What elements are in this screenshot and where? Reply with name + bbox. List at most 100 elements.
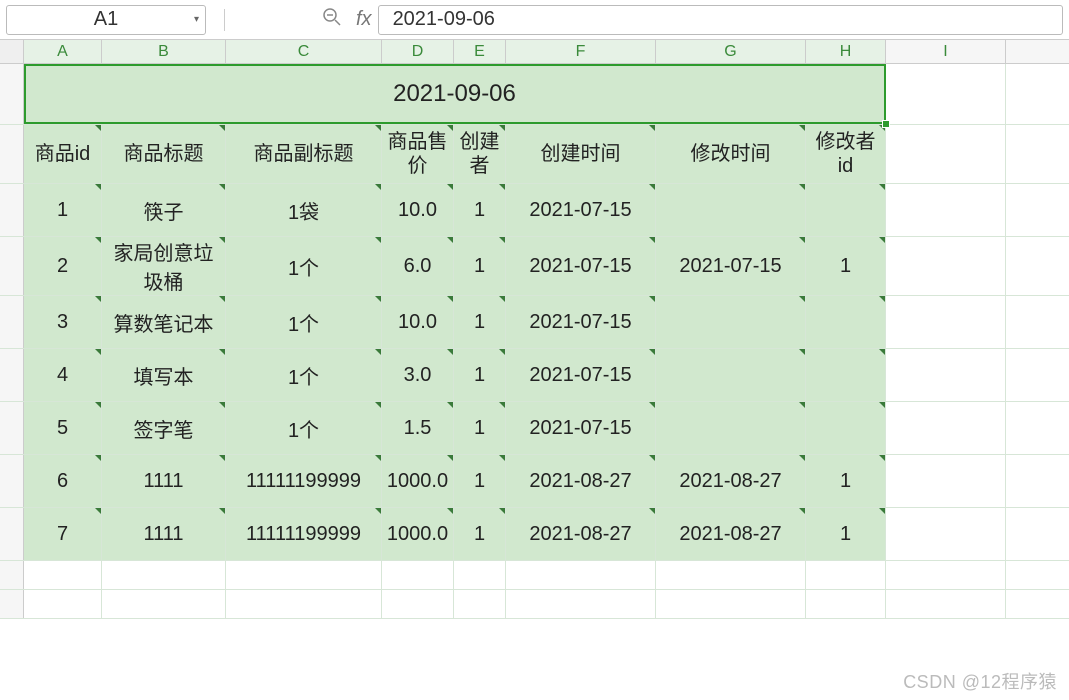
column-header-H[interactable]: H <box>806 40 886 63</box>
header-cell[interactable]: 创建时间 <box>506 125 656 183</box>
cell[interactable] <box>806 590 886 618</box>
header-cell[interactable]: 商品id <box>24 125 102 183</box>
header-cell[interactable]: 商品标题 <box>102 125 226 183</box>
select-all-corner[interactable] <box>0 40 24 63</box>
cell[interactable] <box>886 402 1006 454</box>
cell[interactable]: 3 <box>24 296 102 348</box>
cell[interactable] <box>656 561 806 589</box>
row-header[interactable] <box>0 402 24 454</box>
cell[interactable]: 1 <box>24 184 102 236</box>
cell[interactable] <box>382 590 454 618</box>
cell[interactable] <box>656 349 806 401</box>
cell[interactable] <box>102 561 226 589</box>
row-header[interactable] <box>0 184 24 236</box>
header-cell[interactable]: 商品售价 <box>382 125 454 183</box>
cell[interactable]: 1个 <box>226 349 382 401</box>
cell[interactable]: 1 <box>454 237 506 295</box>
cell[interactable]: 6 <box>24 455 102 507</box>
cell[interactable]: 6.0 <box>382 237 454 295</box>
formula-input[interactable]: 2021-09-06 <box>378 5 1063 35</box>
cell[interactable]: 1 <box>454 508 506 560</box>
cell[interactable] <box>886 125 1006 183</box>
column-header-B[interactable]: B <box>102 40 226 63</box>
cell[interactable] <box>506 561 656 589</box>
column-header-G[interactable]: G <box>656 40 806 63</box>
cell[interactable]: 1袋 <box>226 184 382 236</box>
cell[interactable]: 1.5 <box>382 402 454 454</box>
cell[interactable] <box>886 349 1006 401</box>
column-header-E[interactable]: E <box>454 40 506 63</box>
cell[interactable]: 1个 <box>226 237 382 295</box>
cell[interactable]: 1000.0 <box>382 455 454 507</box>
cell[interactable] <box>886 590 1006 618</box>
header-cell[interactable]: 修改时间 <box>656 125 806 183</box>
cell[interactable]: 2021-07-15 <box>506 296 656 348</box>
column-header-C[interactable]: C <box>226 40 382 63</box>
cell[interactable]: 算数笔记本 <box>102 296 226 348</box>
row-header[interactable] <box>0 508 24 560</box>
cell[interactable] <box>454 590 506 618</box>
cell[interactable]: 1 <box>454 455 506 507</box>
row-header[interactable] <box>0 455 24 507</box>
cell[interactable] <box>24 561 102 589</box>
cell[interactable]: 10.0 <box>382 296 454 348</box>
cell[interactable]: 填写本 <box>102 349 226 401</box>
cell[interactable]: 2021-07-15 <box>506 184 656 236</box>
cell[interactable]: 1 <box>454 296 506 348</box>
cell[interactable] <box>886 64 1006 124</box>
cell[interactable]: 2021-08-27 <box>506 508 656 560</box>
cell[interactable]: 家局创意垃圾桶 <box>102 237 226 295</box>
header-cell[interactable]: 创建者 <box>454 125 506 183</box>
cell[interactable] <box>102 590 226 618</box>
cell[interactable]: 签字笔 <box>102 402 226 454</box>
row-header[interactable] <box>0 590 24 618</box>
row-header[interactable] <box>0 125 24 183</box>
cell[interactable] <box>806 402 886 454</box>
cell[interactable] <box>886 296 1006 348</box>
cell[interactable] <box>656 590 806 618</box>
cell[interactable]: 10.0 <box>382 184 454 236</box>
cell[interactable]: 11111199999 <box>226 508 382 560</box>
cell[interactable] <box>506 590 656 618</box>
cell[interactable]: 1个 <box>226 402 382 454</box>
cell[interactable] <box>806 184 886 236</box>
cell[interactable]: 2 <box>24 237 102 295</box>
header-cell[interactable]: 修改者id <box>806 125 886 183</box>
row-header[interactable] <box>0 349 24 401</box>
cell[interactable]: 11111199999 <box>226 455 382 507</box>
column-header-D[interactable]: D <box>382 40 454 63</box>
cell[interactable] <box>806 296 886 348</box>
fx-icon[interactable]: fx <box>356 8 372 31</box>
cell[interactable] <box>806 349 886 401</box>
cell[interactable] <box>656 296 806 348</box>
cell[interactable]: 1 <box>806 237 886 295</box>
cell[interactable] <box>886 455 1006 507</box>
zoom-out-icon[interactable] <box>322 7 342 33</box>
cell[interactable] <box>886 508 1006 560</box>
cell[interactable]: 1 <box>454 349 506 401</box>
cell[interactable]: 2021-07-15 <box>506 402 656 454</box>
cell[interactable]: 2021-08-27 <box>656 508 806 560</box>
cell[interactable] <box>454 561 506 589</box>
cell[interactable] <box>382 561 454 589</box>
cell[interactable] <box>886 184 1006 236</box>
cell[interactable] <box>806 561 886 589</box>
row-header[interactable] <box>0 64 24 124</box>
cell[interactable]: 1 <box>454 184 506 236</box>
cell[interactable] <box>886 237 1006 295</box>
cell[interactable] <box>226 561 382 589</box>
header-cell[interactable]: 商品副标题 <box>226 125 382 183</box>
cell[interactable]: 2021-08-27 <box>506 455 656 507</box>
cell[interactable]: 1111 <box>102 455 226 507</box>
cell[interactable]: 筷子 <box>102 184 226 236</box>
column-header-F[interactable]: F <box>506 40 656 63</box>
cell[interactable]: 1 <box>806 455 886 507</box>
cell[interactable]: 2021-07-15 <box>656 237 806 295</box>
cell[interactable] <box>24 590 102 618</box>
cell[interactable] <box>886 561 1006 589</box>
row-header[interactable] <box>0 237 24 295</box>
cell[interactable]: 3.0 <box>382 349 454 401</box>
cell[interactable]: 5 <box>24 402 102 454</box>
row-header[interactable] <box>0 561 24 589</box>
cell[interactable]: 7 <box>24 508 102 560</box>
